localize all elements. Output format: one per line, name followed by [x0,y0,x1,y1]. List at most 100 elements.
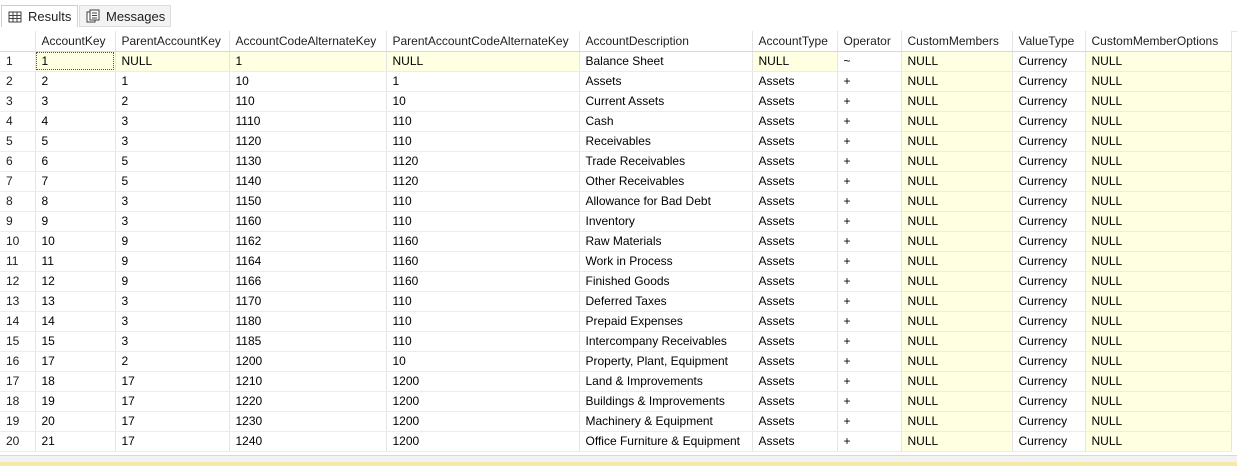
grid-cell-custommembers[interactable]: NULL [901,351,1013,372]
grid-cell-custommemberoptions[interactable]: NULL [1085,371,1232,392]
grid-cell-operator[interactable]: + [837,291,902,312]
grid-cell-accounttype[interactable]: Assets [752,331,838,352]
grid-cell-accountkey[interactable]: 1 [35,51,116,72]
grid-cell-accounttype[interactable]: Assets [752,211,838,232]
grid-cell-accounttype[interactable]: NULL [752,51,838,72]
row-number[interactable]: 10 [0,231,36,252]
grid-cell-operator[interactable]: + [837,91,902,112]
grid-cell-operator[interactable]: + [837,171,902,192]
results-grid[interactable]: AccountKey ParentAccountKey AccountCodeAlt… [0,31,1232,452]
grid-cell-accountdescription[interactable]: Prepaid Expenses [579,311,753,332]
grid-cell-parentaccountkey[interactable]: 2 [115,91,230,112]
grid-cell-valuetype[interactable]: Currency [1012,331,1086,352]
grid-cell-valuetype[interactable]: Currency [1012,231,1086,252]
grid-cell-accountkey[interactable]: 18 [35,371,116,392]
grid-cell-accountkey[interactable]: 4 [35,111,116,132]
grid-cell-accountcodealternatekey[interactable]: 110 [229,91,387,112]
grid-cell-valuetype[interactable]: Currency [1012,351,1086,372]
grid-cell-parentaccountcodealternatekey[interactable]: 1200 [386,431,580,452]
grid-cell-accounttype[interactable]: Assets [752,131,838,152]
grid-cell-custommemberoptions[interactable]: NULL [1085,291,1232,312]
grid-cell-parentaccountkey[interactable]: 5 [115,171,230,192]
grid-cell-accountkey[interactable]: 19 [35,391,116,412]
column-header-operator[interactable]: Operator [837,31,902,52]
grid-cell-accountkey[interactable]: 10 [35,231,116,252]
grid-cell-custommembers[interactable]: NULL [901,231,1013,252]
row-number[interactable]: 18 [0,391,36,412]
grid-cell-operator[interactable]: + [837,431,902,452]
grid-cell-accounttype[interactable]: Assets [752,271,838,292]
grid-cell-operator[interactable]: + [837,151,902,172]
grid-cell-custommembers[interactable]: NULL [901,291,1013,312]
grid-cell-custommemberoptions[interactable]: NULL [1085,431,1232,452]
grid-cell-operator[interactable]: + [837,131,902,152]
grid-cell-custommembers[interactable]: NULL [901,391,1013,412]
grid-cell-parentaccountkey[interactable]: 17 [115,391,230,412]
grid-cell-accounttype[interactable]: Assets [752,411,838,432]
grid-cell-operator[interactable]: + [837,371,902,392]
grid-cell-accountkey[interactable]: 14 [35,311,116,332]
grid-cell-parentaccountkey[interactable]: 1 [115,71,230,92]
grid-cell-parentaccountkey[interactable]: 9 [115,251,230,272]
row-number[interactable]: 17 [0,371,36,392]
grid-cell-custommemberoptions[interactable]: NULL [1085,131,1232,152]
grid-cell-accountcodealternatekey[interactable]: 1240 [229,431,387,452]
grid-cell-custommembers[interactable]: NULL [901,331,1013,352]
grid-cell-valuetype[interactable]: Currency [1012,151,1086,172]
grid-cell-parentaccountcodealternatekey[interactable]: NULL [386,51,580,72]
row-number[interactable]: 14 [0,311,36,332]
row-number[interactable]: 15 [0,331,36,352]
row-number[interactable]: 5 [0,131,36,152]
grid-cell-accountcodealternatekey[interactable]: 1166 [229,271,387,292]
grid-cell-operator[interactable]: + [837,211,902,232]
grid-cell-custommemberoptions[interactable]: NULL [1085,51,1232,72]
grid-cell-valuetype[interactable]: Currency [1012,191,1086,212]
grid-cell-accounttype[interactable]: Assets [752,191,838,212]
grid-cell-accountdescription[interactable]: Inventory [579,211,753,232]
grid-cell-accountcodealternatekey[interactable]: 1200 [229,351,387,372]
grid-cell-custommemberoptions[interactable]: NULL [1085,411,1232,432]
grid-cell-accountcodealternatekey[interactable]: 1164 [229,251,387,272]
grid-cell-operator[interactable]: + [837,251,902,272]
grid-cell-custommembers[interactable]: NULL [901,111,1013,132]
grid-cell-accountdescription[interactable]: Current Assets [579,91,753,112]
grid-cell-parentaccountcodealternatekey[interactable]: 1160 [386,231,580,252]
grid-cell-parentaccountcodealternatekey[interactable]: 1200 [386,411,580,432]
grid-cell-parentaccountcodealternatekey[interactable]: 10 [386,91,580,112]
grid-cell-custommemberoptions[interactable]: NULL [1085,111,1232,132]
grid-cell-valuetype[interactable]: Currency [1012,271,1086,292]
row-number[interactable]: 6 [0,151,36,172]
grid-cell-accountkey[interactable]: 3 [35,91,116,112]
grid-cell-operator[interactable]: + [837,331,902,352]
grid-cell-custommemberoptions[interactable]: NULL [1085,351,1232,372]
grid-cell-custommembers[interactable]: NULL [901,91,1013,112]
grid-cell-accounttype[interactable]: Assets [752,231,838,252]
grid-cell-parentaccountcodealternatekey[interactable]: 1120 [386,171,580,192]
grid-cell-accountcodealternatekey[interactable]: 1170 [229,291,387,312]
grid-cell-accountkey[interactable]: 17 [35,351,116,372]
grid-cell-accounttype[interactable]: Assets [752,251,838,272]
grid-cell-parentaccountkey[interactable]: 3 [115,291,230,312]
grid-cell-parentaccountcodealternatekey[interactable]: 1200 [386,371,580,392]
grid-cell-parentaccountkey[interactable]: 9 [115,271,230,292]
grid-cell-valuetype[interactable]: Currency [1012,131,1086,152]
grid-cell-accounttype[interactable]: Assets [752,111,838,132]
grid-cell-accountkey[interactable]: 7 [35,171,116,192]
row-number[interactable]: 11 [0,251,36,272]
column-header-accountdescription[interactable]: AccountDescription [579,31,753,52]
grid-cell-parentaccountcodealternatekey[interactable]: 1 [386,71,580,92]
grid-cell-accounttype[interactable]: Assets [752,351,838,372]
grid-cell-valuetype[interactable]: Currency [1012,71,1086,92]
row-number[interactable]: 8 [0,191,36,212]
grid-cell-parentaccountkey[interactable]: 3 [115,131,230,152]
row-number-header[interactable] [0,31,36,52]
grid-cell-parentaccountcodealternatekey[interactable]: 110 [386,311,580,332]
grid-cell-parentaccountcodealternatekey[interactable]: 10 [386,351,580,372]
tab-messages[interactable]: Messages [79,5,171,27]
grid-cell-custommembers[interactable]: NULL [901,151,1013,172]
grid-cell-valuetype[interactable]: Currency [1012,391,1086,412]
grid-cell-accountkey[interactable]: 9 [35,211,116,232]
grid-cell-accountkey[interactable]: 20 [35,411,116,432]
grid-cell-accountdescription[interactable]: Deferred Taxes [579,291,753,312]
grid-cell-parentaccountcodealternatekey[interactable]: 110 [386,331,580,352]
